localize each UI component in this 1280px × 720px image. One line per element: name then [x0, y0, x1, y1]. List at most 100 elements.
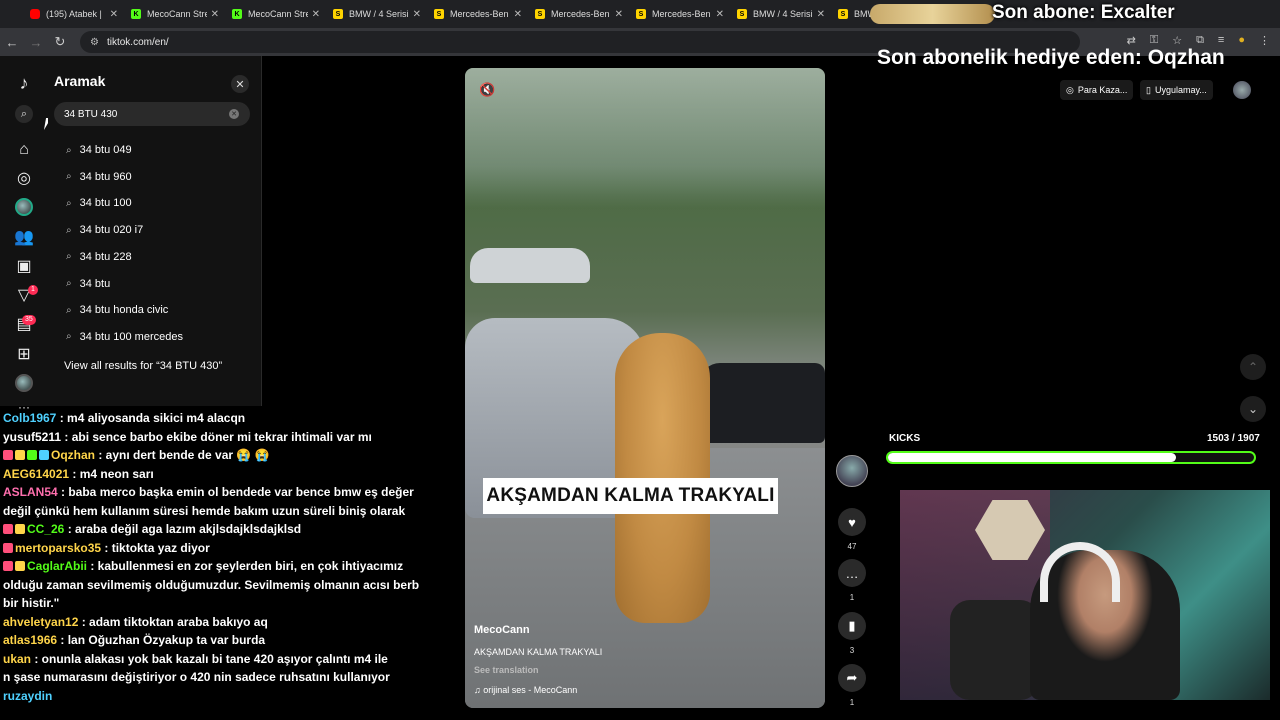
- save-bookmark-icon[interactable]: ▮: [838, 612, 866, 640]
- search-suggestion[interactable]: ⌕ 34 btu 049: [66, 140, 132, 160]
- tab-close-icon[interactable]: ✕: [312, 9, 320, 20]
- stream-chat: Colb1967 : m4 aliyosanda sikici m4 alacq…: [0, 410, 419, 720]
- tab-close-icon[interactable]: ✕: [817, 9, 825, 20]
- url-text: tiktok.com/en/: [106, 36, 169, 48]
- chat-badge-icon: [3, 561, 13, 571]
- profile-icon[interactable]: ●: [1238, 34, 1245, 47]
- chat-badge-icon: [15, 524, 25, 534]
- chat-message: n şase numarasını değiştiriyor o 420 nin…: [3, 670, 390, 684]
- home-icon[interactable]: ⌂: [14, 140, 34, 160]
- search-suggestion[interactable]: ⌕ 34 btu 100: [66, 193, 132, 213]
- chat-username[interactable]: Oqzhan: [51, 448, 95, 462]
- back-icon[interactable]: ←: [0, 35, 24, 50]
- browser-tab[interactable]: K MecoCann Stre ✕: [125, 2, 225, 26]
- site-info-icon[interactable]: ⚙: [90, 37, 99, 48]
- search-suggestion-text: 34 btu 960: [79, 170, 132, 183]
- live-icon[interactable]: ▣: [14, 256, 34, 276]
- earn-money-button[interactable]: ◎ Para Kaza...: [1060, 80, 1134, 100]
- tiktok-logo-icon[interactable]: ♪: [14, 73, 34, 93]
- view-all-results-link[interactable]: View all results for “34 BTU 430”: [64, 360, 222, 372]
- chat-badge-icon: [15, 561, 25, 571]
- user-avatar[interactable]: [1233, 81, 1251, 99]
- chat-username[interactable]: AEG614021: [3, 467, 69, 481]
- browser-tab-label: BMW / 4 Serisi: [349, 9, 409, 19]
- see-translation-link[interactable]: See translation: [474, 665, 539, 675]
- following-avatar-icon[interactable]: [14, 197, 34, 217]
- inbox-badge: 1: [28, 285, 38, 295]
- browser-tab[interactable]: S BMW / 4 Serisi ✕: [731, 2, 831, 26]
- tab-close-icon[interactable]: ✕: [514, 9, 522, 20]
- browser-tab[interactable]: S Mercedes-Ben ✕: [428, 2, 528, 26]
- search-suggestion[interactable]: ⌕ 34 btu honda civic: [66, 300, 168, 320]
- chat-message: Oqzhan : aynı dert bende de var 😭 😭: [3, 448, 270, 462]
- video-frame-dark-car: [700, 363, 825, 443]
- video-author[interactable]: MecoCann: [474, 624, 530, 636]
- chat-username[interactable]: ASLAN54: [3, 485, 58, 499]
- profile-avatar-icon[interactable]: [14, 373, 34, 393]
- chat-text: değil çünkü hem kullanım süresi hemde ba…: [3, 503, 406, 518]
- creator-avatar[interactable]: [836, 455, 868, 487]
- chat-text: : araba değil aga lazım akjlsdajklsdajkl…: [64, 522, 302, 536]
- search-suggestion[interactable]: ⌕ 34 btu 228: [66, 247, 132, 267]
- search-input[interactable]: [54, 102, 250, 126]
- explore-icon[interactable]: ◎: [14, 168, 34, 188]
- search-icon: ⌕: [66, 171, 72, 183]
- search-suggestion-text: 34 btu: [79, 277, 111, 290]
- search-suggestion-text: 34 btu 228: [79, 250, 132, 263]
- search-suggestion[interactable]: ⌕ 34 btu 100 mercedes: [66, 327, 183, 347]
- video-player[interactable]: 🔇 AKŞAMDAN KALMA TRAKYALI MecoCann AKŞAM…: [465, 68, 825, 708]
- chat-message: CC_26 : araba değil aga lazım akjlsdajkl…: [3, 522, 301, 536]
- chat-username[interactable]: Colb1967: [3, 411, 56, 425]
- chat-text: : lan Oğuzhan Özyakup ta var burda: [57, 633, 266, 647]
- chat-username[interactable]: ukan: [3, 652, 31, 666]
- chat-text: : adam tiktoktan araba bakıyo aq: [78, 614, 268, 629]
- next-video-chevron-down-icon[interactable]: ⌄: [1240, 396, 1266, 422]
- video-frame-roofbox: [470, 248, 590, 283]
- get-app-button[interactable]: ▯ Uygulamay...: [1140, 80, 1213, 100]
- browser-tab[interactable]: S BMW / 4 Serisi ✕: [327, 2, 427, 26]
- like-heart-icon[interactable]: ♥: [838, 508, 866, 536]
- browser-tab-label: MecoCann Stre: [147, 9, 207, 19]
- previous-video-chevron-up-icon[interactable]: ⌃: [1240, 354, 1266, 380]
- share-arrow-icon[interactable]: ➦: [838, 664, 866, 692]
- reload-icon[interactable]: ↻: [48, 34, 72, 50]
- s-favicon-icon: S: [838, 9, 848, 19]
- tab-close-icon[interactable]: ✕: [211, 9, 219, 20]
- search-suggestion[interactable]: ⌕ 34 btu 960: [66, 167, 132, 187]
- browser-tab[interactable]: S Mercedes-Ben ✕: [630, 2, 730, 26]
- browser-tab[interactable]: K MecoCann Stre ✕: [226, 2, 326, 26]
- chat-username[interactable]: ruzaydin: [3, 689, 52, 703]
- search-suggestion[interactable]: ⌕ 34 btu: [66, 274, 110, 294]
- chat-username[interactable]: ahveletyan12: [3, 615, 78, 629]
- chat-username[interactable]: CC_26: [27, 522, 64, 536]
- mute-icon[interactable]: 🔇: [479, 82, 495, 98]
- search-suggestion-text: 34 btu 100 mercedes: [79, 330, 183, 343]
- search-suggestion[interactable]: ⌕ 34 btu 020 i7: [66, 220, 143, 240]
- comment-icon[interactable]: …: [838, 559, 866, 587]
- upload-icon[interactable]: ⊞: [14, 344, 34, 364]
- menu-dots-icon[interactable]: ⋮: [1259, 34, 1270, 47]
- chat-username[interactable]: mertoparsko35: [15, 541, 101, 555]
- video-caption-overlay: AKŞAMDAN KALMA TRAKYALI: [483, 478, 778, 514]
- clear-search-icon[interactable]: ✕: [229, 109, 239, 119]
- browser-tab[interactable]: (195) Atabek | ✕: [24, 2, 124, 26]
- friends-icon[interactable]: 👥: [14, 227, 34, 247]
- chat-username[interactable]: yusuf5211: [3, 430, 61, 444]
- video-sound[interactable]: ♫ orijinal ses - MecoCann: [474, 685, 577, 695]
- tab-close-icon[interactable]: ✕: [716, 9, 724, 20]
- tab-close-icon[interactable]: ✕: [615, 9, 623, 20]
- forward-icon[interactable]: →: [24, 35, 48, 50]
- browser-tab-label: Mercedes-Ben: [551, 9, 610, 19]
- chat-username[interactable]: CaglarAbii: [27, 559, 87, 573]
- chat-message: atlas1966 : lan Oğuzhan Özyakup ta var b…: [3, 633, 265, 647]
- youtube-favicon-icon: [30, 9, 40, 19]
- tab-close-icon[interactable]: ✕: [413, 9, 421, 20]
- chat-message: ukan : onunla alakası yok bak kazalı bi …: [3, 652, 388, 666]
- browser-tab[interactable]: S Mercedes-Ben ✕: [529, 2, 629, 26]
- close-icon[interactable]: ✕: [231, 75, 249, 93]
- chat-username[interactable]: atlas1966: [3, 633, 57, 647]
- search-suggestion-text: 34 btu honda civic: [79, 304, 169, 317]
- save-count: 3: [849, 646, 855, 655]
- search-icon[interactable]: ⌕: [15, 105, 33, 123]
- tab-close-icon[interactable]: ✕: [110, 9, 118, 20]
